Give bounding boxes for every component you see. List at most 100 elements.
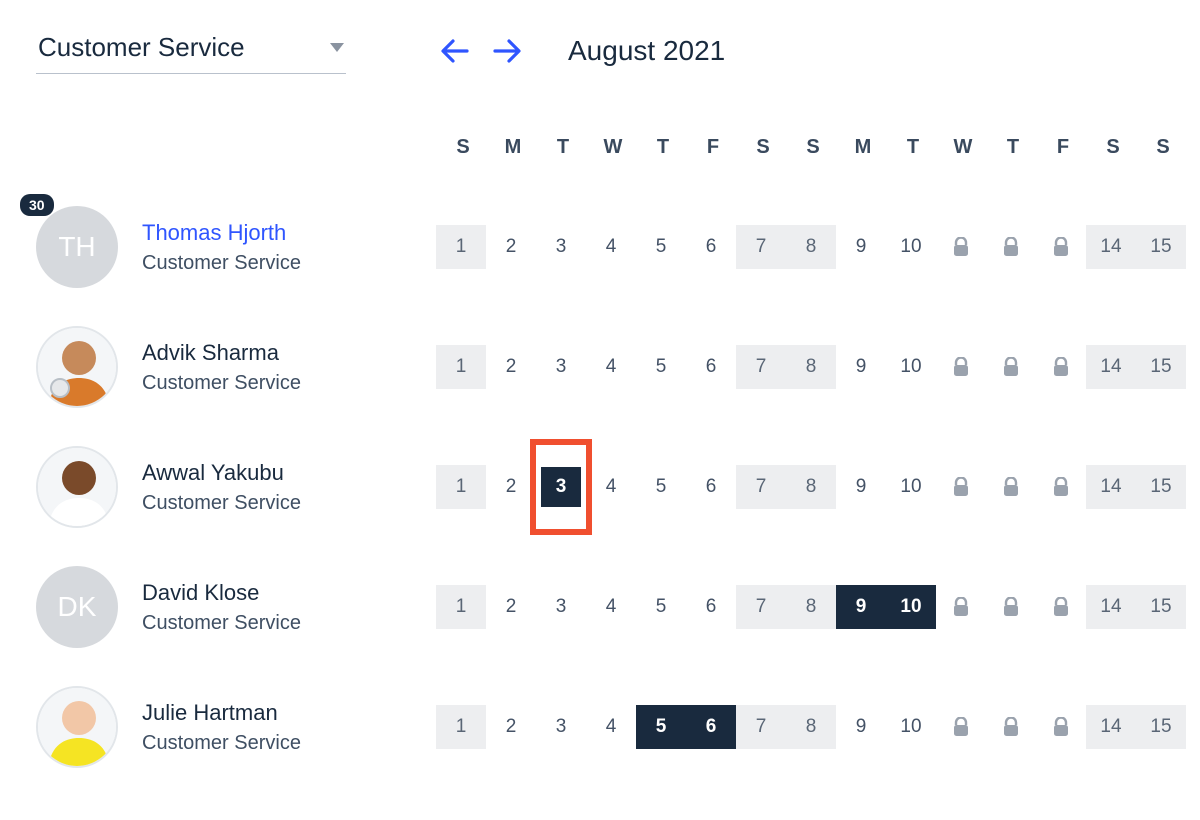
day-cell[interactable]: 5 [636,345,686,389]
day-cell[interactable]: 5 [636,705,686,749]
day-cell[interactable]: 5 [636,585,686,629]
avatar[interactable] [36,686,118,768]
locked-day-cell [1036,225,1086,269]
department-select[interactable]: Customer Service [36,28,346,74]
weekday-label: F [1038,136,1088,159]
day-cell[interactable]: 6 [686,585,736,629]
header-spacer [36,136,436,172]
arrow-left-icon [440,38,470,64]
person-cell: DK David Klose Customer Service [36,547,436,667]
day-cell[interactable]: 2 [486,465,536,509]
day-cell[interactable]: 10 [886,225,936,269]
day-cell[interactable]: 6 [686,705,736,749]
day-cell[interactable]: 14 [1086,585,1136,629]
day-cell[interactable]: 14 [1086,465,1136,509]
day-cell[interactable]: 2 [486,585,536,629]
lock-icon [952,357,970,377]
day-cell[interactable]: 2 [486,225,536,269]
day-cell[interactable]: 1 [436,465,486,509]
day-cell[interactable]: 3 [536,345,586,389]
weekday-label: S [1138,136,1188,159]
day-cell[interactable]: 15 [1136,345,1186,389]
person-department: Customer Service [142,612,301,635]
day-cell[interactable]: 6 [686,345,736,389]
day-cell[interactable]: 2 [486,705,536,749]
lock-icon [952,477,970,497]
day-cell[interactable]: 7 [736,465,786,509]
locked-day-cell [986,345,1036,389]
day-cell[interactable]: 8 [786,585,836,629]
locked-day-cell [936,465,986,509]
day-cell[interactable]: 4 [586,585,636,629]
day-cell[interactable]: 9 [836,345,886,389]
day-cell[interactable]: 4 [586,705,636,749]
day-cell[interactable]: 10 [886,705,936,749]
day-cell[interactable]: 10 [886,585,936,629]
schedule-row: 12345678910 1415 [436,187,1188,307]
day-cell[interactable]: 15 [1136,225,1186,269]
person-department: Customer Service [142,492,301,515]
weekday-label: W [938,136,988,159]
day-cell[interactable]: 7 [736,705,786,749]
day-cell[interactable]: 14 [1086,705,1136,749]
day-cell[interactable]: 9 [836,705,886,749]
day-cell[interactable]: 4 [586,345,636,389]
day-cell[interactable]: 3 [536,705,586,749]
day-cell[interactable]: 15 [1136,465,1186,509]
day-cell[interactable]: 6 [686,465,736,509]
day-cell[interactable]: 1 [436,345,486,389]
day-cell[interactable]: 7 [736,225,786,269]
weekday-label: M [488,136,538,159]
locked-day-cell [986,705,1036,749]
day-cell[interactable]: 8 [786,705,836,749]
person-text: David Klose Customer Service [142,580,301,635]
locked-day-cell [1036,345,1086,389]
day-cell[interactable]: 8 [786,225,836,269]
prev-month-button[interactable] [436,32,474,70]
weekday-label: F [688,136,738,159]
day-cell[interactable]: 7 [736,585,786,629]
day-cell[interactable]: 1 [436,705,486,749]
day-cell[interactable]: 14 [1086,225,1136,269]
day-cell[interactable]: 9 [836,465,886,509]
person-name: David Klose [142,580,301,606]
day-cell[interactable]: 10 [886,345,936,389]
person-cell: Julie HartmanCustomer Service [36,667,436,787]
day-cell[interactable]: 1 [436,225,486,269]
day-cell[interactable]: 15 [1136,705,1186,749]
day-cell[interactable]: 5 [636,465,686,509]
month-navigation: August 2021 [436,32,725,70]
person-cell: Awwal YakubuCustomer Service [36,427,436,547]
day-cell[interactable]: 15 [1136,585,1186,629]
day-cell[interactable]: 7 [736,345,786,389]
weekday-label: S [738,136,788,159]
weekday-header: SMTWTFSSMTWTFSS [436,136,1188,159]
avatar[interactable]: DK [36,566,118,648]
person-name[interactable]: Thomas Hjorth [142,220,301,246]
day-cell[interactable]: 9 [836,225,886,269]
locked-day-cell [986,465,1036,509]
day-cell[interactable]: 3 [536,225,586,269]
person-department: Customer Service [142,252,301,275]
avatar[interactable]: TH30 [36,206,118,288]
day-cell[interactable]: 14 [1086,345,1136,389]
highlighted-day-cell[interactable]: 3 [536,445,586,529]
day-cell[interactable]: 6 [686,225,736,269]
day-cell[interactable]: 4 [586,465,636,509]
day-cell[interactable]: 2 [486,345,536,389]
day-cell[interactable]: 8 [786,345,836,389]
locked-day-cell [936,585,986,629]
locked-day-cell [1036,585,1086,629]
day-cell[interactable]: 3 [536,585,586,629]
day-cell[interactable]: 10 [886,465,936,509]
day-cell[interactable]: 9 [836,585,886,629]
avatar[interactable] [36,326,118,408]
day-cell[interactable]: 5 [636,225,686,269]
avatar[interactable] [36,446,118,528]
avatar-photo [36,326,118,408]
next-month-button[interactable] [488,32,526,70]
person-cell: Advik SharmaCustomer Service [36,307,436,427]
day-cell[interactable]: 8 [786,465,836,509]
day-cell[interactable]: 1 [436,585,486,629]
day-cell[interactable]: 4 [586,225,636,269]
